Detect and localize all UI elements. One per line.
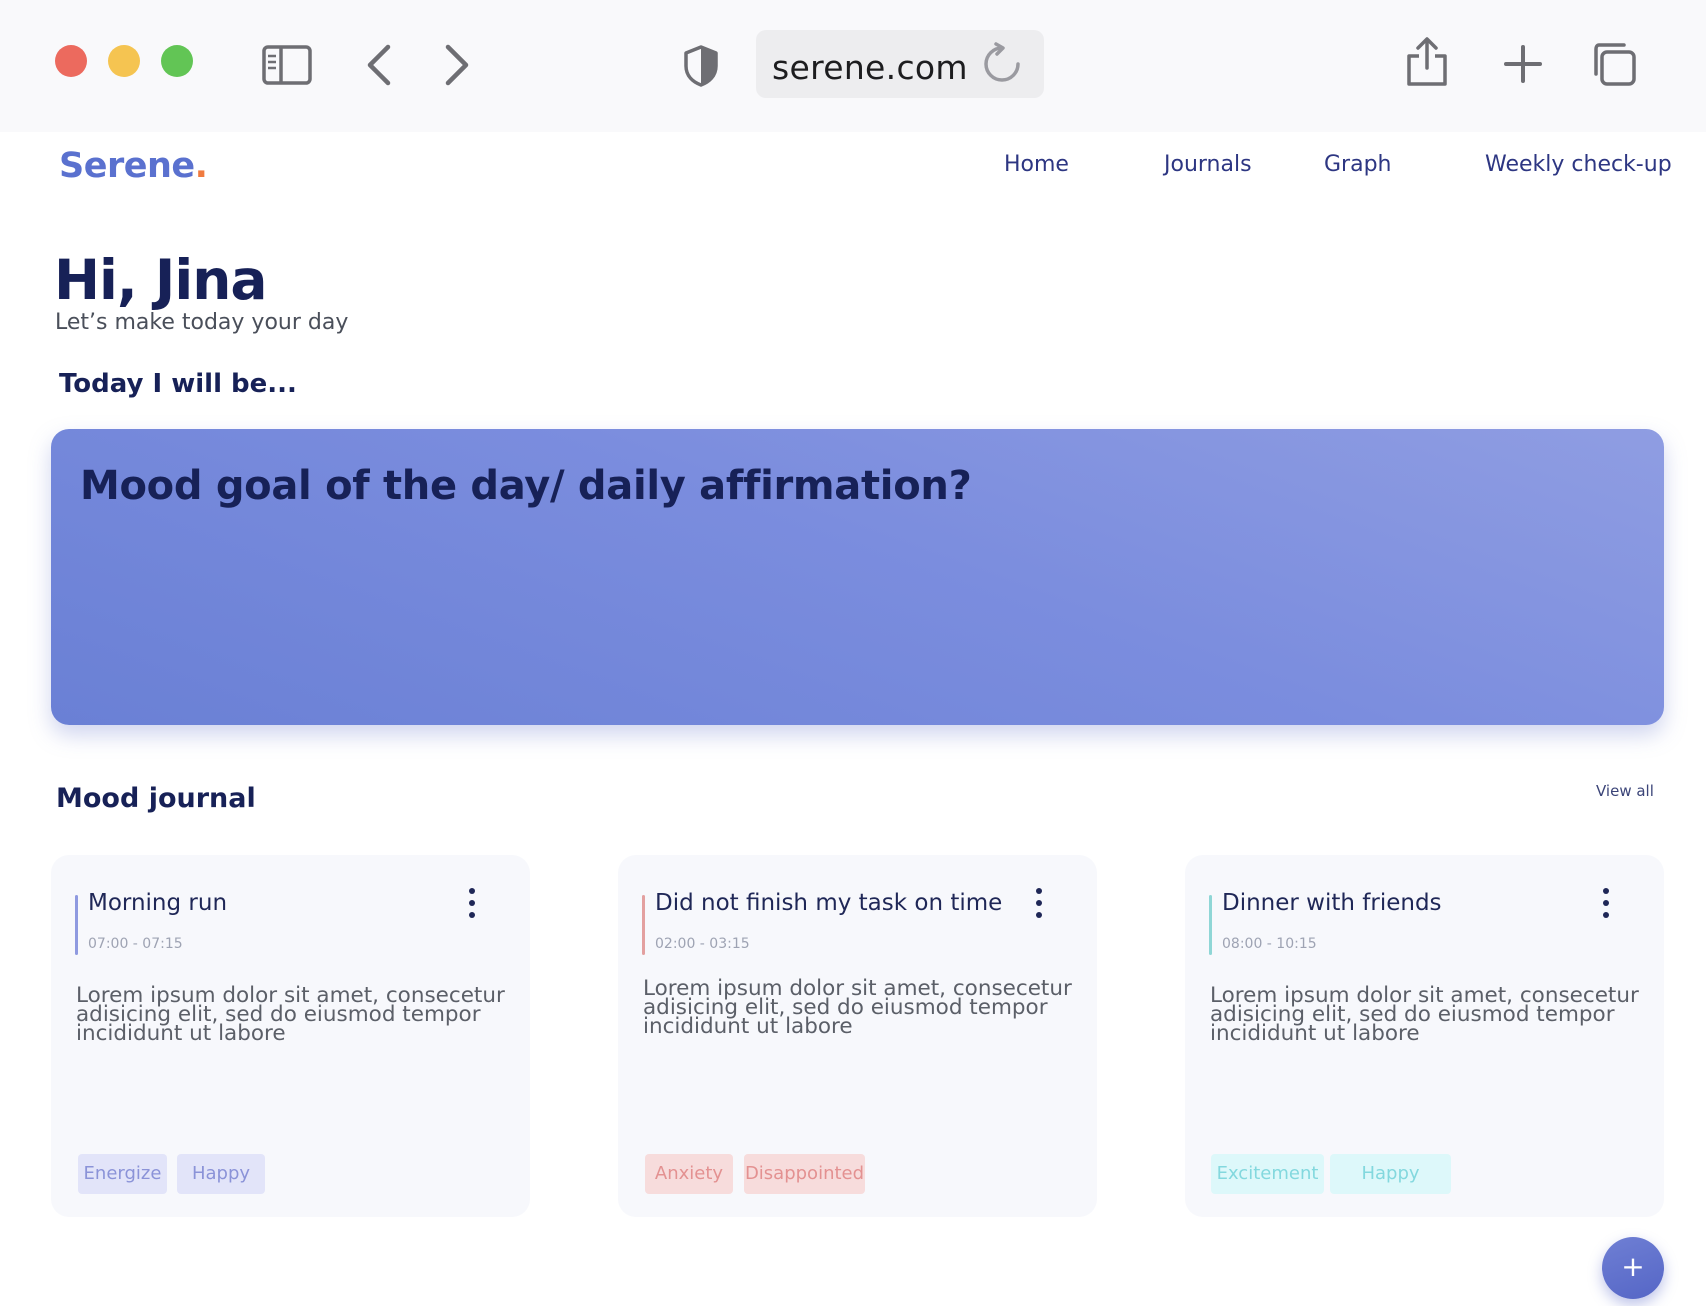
tag-disappointed[interactable]: Disappointed <box>744 1154 865 1194</box>
card-body: Lorem ipsum dolor sit amet, consecetur a… <box>643 976 1072 1039</box>
minimize-window-button[interactable] <box>108 45 140 77</box>
journal-card[interactable]: Did not finish my task on time 02:00 - 0… <box>618 855 1097 1217</box>
tabs-overview-icon[interactable] <box>1590 40 1638 88</box>
more-options-icon[interactable] <box>1596 886 1616 920</box>
back-icon[interactable] <box>364 44 394 86</box>
new-tab-icon[interactable] <box>1503 44 1543 84</box>
card-time: 02:00 - 03:15 <box>655 936 750 952</box>
journal-card[interactable]: Morning run 07:00 - 07:15 Lorem ipsum do… <box>51 855 530 1217</box>
nav-weekly-check-up[interactable]: Weekly check-up <box>1485 152 1672 177</box>
add-entry-button[interactable]: + <box>1602 1237 1664 1299</box>
nav-graph[interactable]: Graph <box>1324 152 1391 177</box>
url-text: serene.com <box>772 48 968 87</box>
card-accent-bar <box>75 895 78 955</box>
greeting-title: Hi, Jina <box>54 248 268 312</box>
card-time: 07:00 - 07:15 <box>88 936 183 952</box>
mood-journal-heading: Mood journal <box>56 783 256 814</box>
card-accent-bar <box>642 895 645 955</box>
sidebar-icon[interactable] <box>262 45 312 85</box>
more-options-icon[interactable] <box>1029 886 1049 920</box>
tag-excitement[interactable]: Excitement <box>1211 1154 1324 1194</box>
tag-happy[interactable]: Happy <box>177 1154 265 1194</box>
close-window-button[interactable] <box>55 45 87 77</box>
more-options-icon[interactable] <box>462 886 482 920</box>
affirmation-placeholder: Mood goal of the day/ daily affirmation? <box>80 463 972 509</box>
affirmation-input[interactable]: Mood goal of the day/ daily affirmation? <box>51 429 1664 725</box>
view-all-link[interactable]: View all <box>1596 782 1654 800</box>
greeting-subtitle: Let’s make today your day <box>55 310 349 335</box>
card-body: Lorem ipsum dolor sit amet, consecetur a… <box>1210 983 1639 1046</box>
tag-happy[interactable]: Happy <box>1330 1154 1451 1194</box>
nav-home[interactable]: Home <box>1004 152 1069 177</box>
forward-icon[interactable] <box>442 44 472 86</box>
share-icon[interactable] <box>1405 36 1449 88</box>
card-title: Did not finish my task on time <box>655 890 1003 916</box>
card-time: 08:00 - 10:15 <box>1222 936 1317 952</box>
reload-icon[interactable] <box>980 42 1024 86</box>
tag-anxiety[interactable]: Anxiety <box>645 1154 733 1194</box>
today-heading: Today I will be... <box>59 369 297 399</box>
add-icon: + <box>1621 1250 1645 1283</box>
logo-dot: . <box>194 146 208 186</box>
card-title: Morning run <box>88 890 228 916</box>
browser-toolbar: serene.com <box>0 0 1706 132</box>
card-body: Lorem ipsum dolor sit amet, consecetur a… <box>76 983 505 1046</box>
logo-text: Serene <box>59 146 195 186</box>
card-accent-bar <box>1209 895 1212 955</box>
card-title: Dinner with friends <box>1222 890 1442 916</box>
shield-icon[interactable] <box>682 44 720 88</box>
site-logo[interactable]: Serene. <box>59 146 208 186</box>
zoom-window-button[interactable] <box>161 45 193 77</box>
tag-energize[interactable]: Energize <box>78 1154 167 1194</box>
nav-journals[interactable]: Journals <box>1164 152 1252 177</box>
address-bar[interactable]: serene.com <box>756 30 1044 98</box>
journal-card[interactable]: Dinner with friends 08:00 - 10:15 Lorem … <box>1185 855 1664 1217</box>
